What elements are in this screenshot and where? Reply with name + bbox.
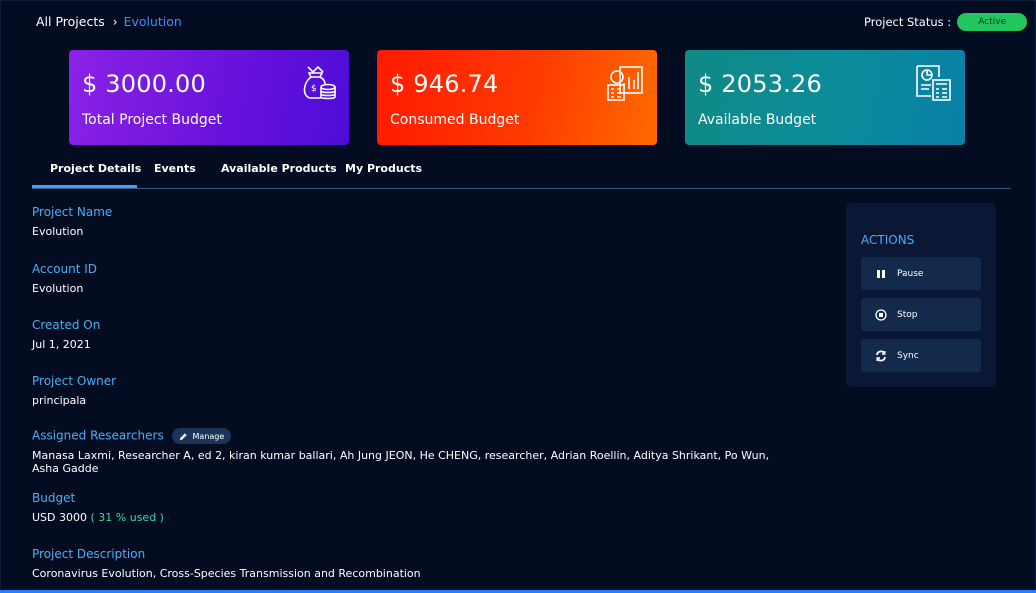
project-description-field: Project Description Coronavirus Evolutio… (32, 547, 421, 580)
manage-researchers-button[interactable]: Manage (171, 428, 232, 444)
sync-button-label: Sync (897, 350, 919, 361)
breadcrumb: All Projects › Evolution (36, 14, 182, 29)
stop-button-label: Stop (897, 309, 918, 320)
breadcrumb-separator: › (112, 14, 118, 29)
consumed-budget-label: Consumed Budget (390, 112, 520, 128)
budget-value: USD 3000 (32, 511, 87, 524)
assigned-researchers-heading: Assigned Researchers Manage (32, 428, 792, 444)
stop-icon (875, 308, 887, 321)
account-id-label: Account ID (32, 262, 98, 276)
project-status-label: Project Status : (864, 15, 952, 29)
sync-icon (875, 350, 887, 362)
project-status: Project Status : Active (864, 13, 1028, 31)
budget-label: Budget (32, 491, 76, 505)
manage-button-label: Manage (192, 431, 225, 441)
consumed-budget-card: $ 946.74 Consumed Budget (377, 50, 657, 145)
project-description-label: Project Description (32, 547, 146, 561)
pause-button-label: Pause (897, 268, 924, 279)
project-owner-label: Project Owner (32, 374, 117, 388)
breadcrumb-all-projects[interactable]: All Projects (36, 14, 105, 29)
total-budget-card: $ 3000.00 Total Project Budget $ (69, 50, 349, 145)
active-tab-indicator (32, 185, 137, 188)
tab-project-details[interactable]: Project Details (50, 162, 141, 175)
tab-bar: Project Details Events Available Product… (32, 152, 1011, 189)
pencil-icon (179, 432, 187, 440)
tab-my-products[interactable]: My Products (345, 162, 422, 175)
tab-events[interactable]: Events (154, 162, 196, 175)
project-name-value: Evolution (32, 225, 84, 238)
actions-title: ACTIONS (861, 233, 915, 247)
pause-icon (875, 268, 887, 280)
sync-button[interactable]: Sync (861, 339, 981, 372)
assigned-researchers-field: Assigned Researchers Manage Manasa Laxmi… (32, 428, 792, 475)
created-on-value: Jul 1, 2021 (32, 338, 91, 351)
svg-text:$: $ (311, 84, 317, 94)
available-budget-card: $ 2053.26 Available Budget (685, 50, 965, 145)
calculator-chart-icon (607, 66, 643, 101)
pause-button[interactable]: Pause (861, 257, 981, 290)
total-budget-label: Total Project Budget (82, 112, 222, 128)
project-name-label: Project Name (32, 205, 113, 219)
project-description-value: Coronavirus Evolution, Cross-Species Tra… (32, 567, 421, 580)
available-budget-amount: $ 2053.26 (698, 70, 822, 98)
created-on-label: Created On (32, 318, 101, 332)
account-id-value: Evolution (32, 282, 84, 295)
account-id-field: Account ID Evolution (32, 262, 97, 295)
total-budget-amount: $ 3000.00 (82, 70, 206, 98)
breadcrumb-current[interactable]: Evolution (124, 14, 182, 29)
actions-panel: ACTIONS Pause Stop Sync (846, 203, 996, 387)
project-name-field: Project Name Evolution (32, 205, 112, 238)
created-on-field: Created On Jul 1, 2021 (32, 318, 100, 351)
money-bag-icon: $ (303, 65, 336, 100)
assigned-researchers-label: Assigned Researchers (32, 428, 164, 443)
page-frame: All Projects › Evolution Project Status … (0, 0, 1036, 590)
budget-field: Budget USD 3000 ( 31 % used ) (32, 491, 164, 524)
consumed-budget-amount: $ 946.74 (390, 70, 499, 98)
project-owner-value: principala (32, 394, 87, 407)
budget-value-row: USD 3000 ( 31 % used ) (32, 511, 164, 524)
assigned-researchers-value: Manasa Laxmi, Researcher A, ed 2, kiran … (32, 449, 770, 475)
tab-available-products[interactable]: Available Products (221, 162, 337, 175)
stop-button[interactable]: Stop (861, 298, 981, 331)
available-budget-label: Available Budget (698, 112, 817, 128)
report-calculator-icon (916, 65, 951, 101)
status-badge: Active (957, 13, 1028, 31)
budget-used-percentage: ( 31 % used ) (90, 511, 164, 524)
project-owner-field: Project Owner principala (32, 374, 116, 407)
